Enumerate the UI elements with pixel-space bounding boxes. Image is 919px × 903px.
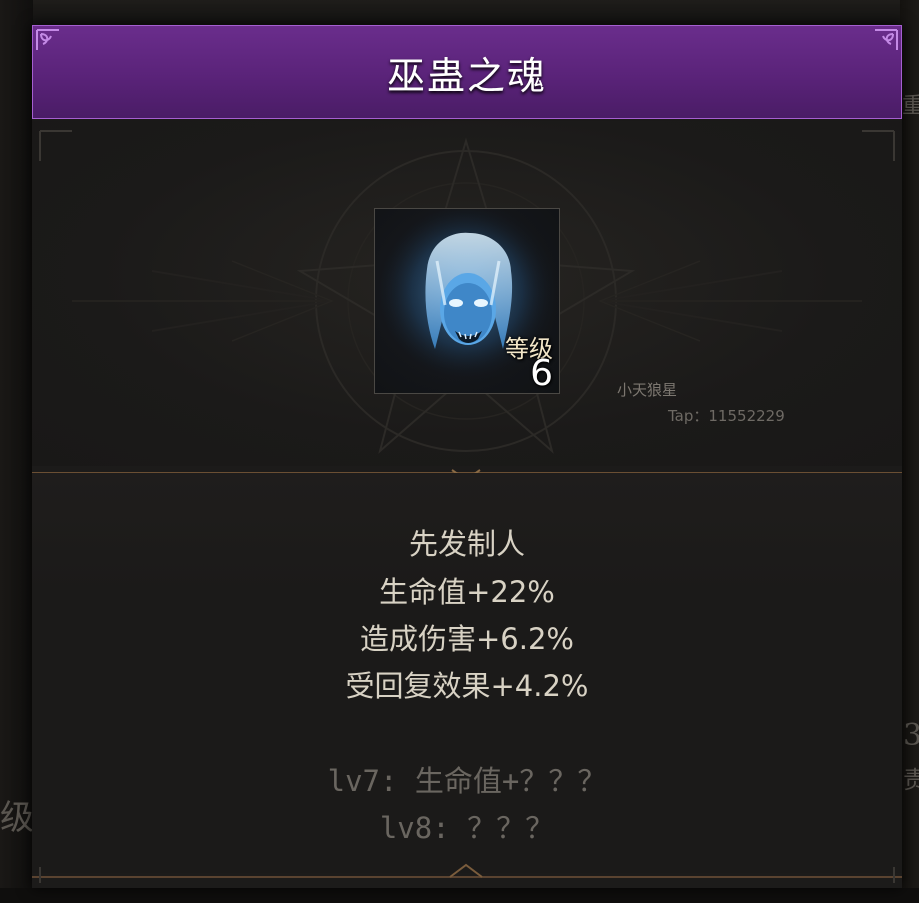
effect-line: 造成伤害+6.2% xyxy=(360,622,574,656)
background-bottom xyxy=(0,888,919,903)
popup-body: 等级 6 小天狼星 Tap：11552229 先发制人 生命值+22% 造成伤害… xyxy=(32,121,902,888)
next-level-effect: lv7: 生命值+？？？ xyxy=(327,764,607,798)
background-text-left: 级 xyxy=(0,798,34,838)
watermark-tap-id: Tap：11552229 xyxy=(668,407,785,425)
ornament-top-left-icon xyxy=(36,29,59,50)
effect-line: 生命值+22% xyxy=(379,575,555,609)
level-value: 6 xyxy=(530,353,553,394)
title-bar: 巫蛊之魂 xyxy=(32,25,902,119)
popup-title: 巫蛊之魂 xyxy=(386,53,547,98)
bottom-divider xyxy=(32,863,902,883)
background-text-right-1: 重 xyxy=(902,94,919,119)
effects-panel: 先发制人 生命值+22% 造成伤害+6.2% 受回复效果+4.2% lv7: 生… xyxy=(32,473,902,873)
effect-line: 受回复效果+4.2% xyxy=(345,669,589,703)
background-left xyxy=(0,0,33,903)
effect-name: 先发制人 xyxy=(408,527,525,561)
ornament-top-right-icon xyxy=(875,29,898,50)
watermark-name: 小天狼星 xyxy=(617,381,678,399)
next-level-effect: lv8: ？？？ xyxy=(379,811,555,845)
item-portrait: 等级 6 xyxy=(374,208,560,394)
background-text-right-3: 责 xyxy=(903,766,919,794)
item-detail-popup: 巫蛊之魂 等级 6 小天狼星 Tap：11552229 先发制人 生命值+22%… xyxy=(32,25,902,888)
background-text-right-2: 3 xyxy=(903,718,919,753)
item-showcase: 等级 6 小天狼星 Tap：11552229 xyxy=(32,121,902,466)
